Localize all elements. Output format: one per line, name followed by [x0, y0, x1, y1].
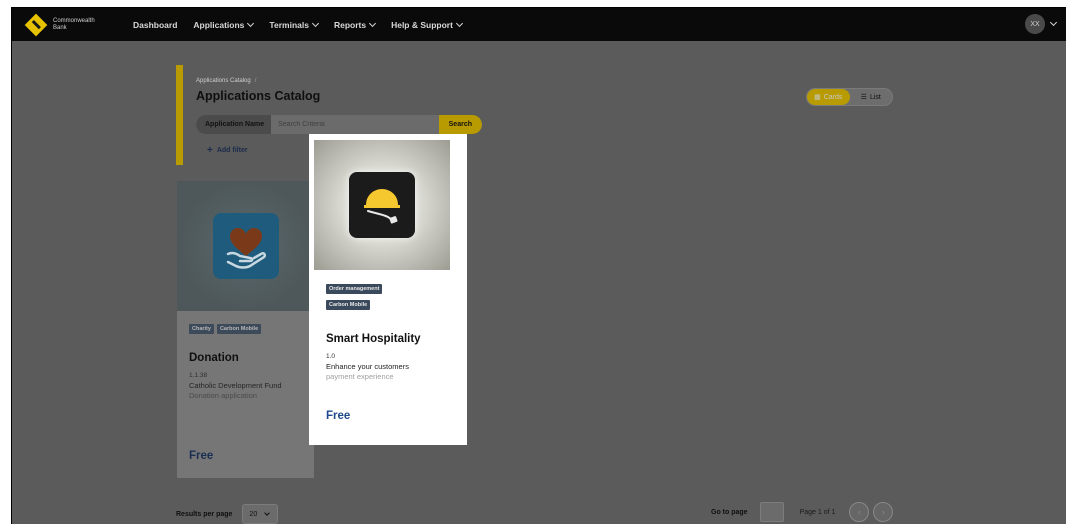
- chevron-down-icon: [455, 19, 463, 27]
- pagination: Go to page Page 1 of 1 ‹ ›: [711, 502, 897, 522]
- nav-help-support-label: Help & Support: [391, 19, 453, 30]
- view-cards-label: Cards: [823, 93, 843, 101]
- app-card-image: [314, 140, 450, 270]
- brand-logo[interactable]: Commonwealth Bank: [24, 13, 105, 36]
- app-card-tags: Charity Carbon Mobile: [177, 311, 314, 334]
- nav-terminals[interactable]: Terminals: [269, 19, 319, 30]
- heart-in-hand-icon: [212, 213, 279, 279]
- nav-dashboard[interactable]: Dashboard: [133, 20, 177, 30]
- list-icon: ☰: [860, 94, 867, 101]
- user-menu[interactable]: XX: [1025, 14, 1058, 34]
- nav-dashboard-label: Dashboard: [133, 19, 178, 30]
- app-card-version: 1.1.38: [189, 372, 208, 379]
- view-list-button[interactable]: ☰ List: [850, 89, 893, 105]
- page-title: Applications Catalog: [196, 89, 321, 103]
- app-card-tags: Order management Carbon Mobile: [314, 270, 450, 310]
- results-per-page: Results per page 20: [176, 504, 279, 524]
- view-toggle: ▦ Cards ☰ List: [806, 88, 893, 106]
- search-field-selector[interactable]: Application Name: [196, 115, 272, 134]
- results-per-page-label: Results per page: [176, 510, 233, 518]
- nav-applications-label: Applications: [193, 19, 245, 30]
- app-card-price: Free: [326, 410, 351, 422]
- nav-reports-label: Reports: [333, 19, 367, 30]
- top-nav-bar: Commonwealth Bank Dashboard Applications…: [12, 8, 1066, 41]
- go-to-page-input[interactable]: [759, 502, 784, 522]
- view-cards-button[interactable]: ▦ Cards: [807, 89, 850, 105]
- brand-diamond-icon: [24, 13, 48, 36]
- results-per-page-value: 20: [249, 510, 258, 518]
- app-card-title: Donation: [189, 352, 239, 364]
- chevron-left-icon: ‹: [857, 507, 861, 517]
- app-card-smart-hospitality[interactable]: Order management Carbon Mobile Smart Hos…: [314, 140, 450, 438]
- app-window: Commonwealth Bank Dashboard Applications…: [11, 7, 1066, 524]
- avatar: XX: [1025, 14, 1045, 34]
- chevron-down-icon: [247, 19, 255, 27]
- page-content: Applications Catalog / Applications Catal…: [12, 41, 1066, 524]
- app-card-description-more: payment experience: [326, 372, 394, 381]
- tag: Carbon Mobile: [216, 324, 262, 334]
- search-button[interactable]: Search: [438, 115, 482, 134]
- app-card-description: Catholic Development Fund: [189, 381, 282, 390]
- app-card-description-more: Donation application: [189, 391, 257, 400]
- brand-name-line2: Bank: [53, 24, 67, 31]
- highlight-frame: Order management Carbon Mobile Smart Hos…: [309, 134, 467, 445]
- page-info: Page 1 of 1: [799, 508, 836, 516]
- grid-icon: ▦: [814, 94, 821, 101]
- nav-terminals-label: Terminals: [269, 19, 309, 30]
- brand-name: Commonwealth Bank: [53, 18, 105, 32]
- next-page-button[interactable]: ›: [873, 502, 894, 522]
- app-card-description: Enhance your customers: [326, 362, 409, 371]
- nav-help-support[interactable]: Help & Support: [391, 19, 463, 30]
- nav-applications[interactable]: Applications: [193, 19, 255, 30]
- app-card-title: Smart Hospitality: [326, 333, 421, 345]
- app-card-price: Free: [189, 450, 214, 462]
- chevron-right-icon: ›: [881, 507, 885, 517]
- tag: Order management: [326, 284, 383, 294]
- breadcrumb: Applications Catalog /: [196, 78, 486, 84]
- nav-reports[interactable]: Reports: [333, 19, 377, 30]
- add-filter-label: Add filter: [216, 147, 248, 154]
- tag: Carbon Mobile: [326, 300, 371, 310]
- brand-name-line1: Commonwealth: [53, 17, 95, 24]
- chevron-down-icon: [264, 509, 271, 516]
- cloche-service-icon: [349, 172, 415, 238]
- search-input[interactable]: [271, 115, 439, 134]
- breadcrumb-separator: /: [254, 78, 257, 84]
- breadcrumb-current[interactable]: Applications Catalog: [196, 78, 251, 84]
- search-bar: Application Name Search: [196, 115, 482, 134]
- app-card-version: 1.0: [326, 353, 336, 360]
- view-list-label: List: [869, 93, 881, 101]
- chevron-down-icon: [369, 19, 377, 27]
- plus-icon: +: [207, 145, 213, 156]
- app-card-image: [177, 181, 314, 311]
- go-to-page-label: Go to page: [711, 508, 748, 516]
- chevron-down-icon: [1049, 18, 1058, 27]
- tag: Charity: [189, 324, 214, 334]
- prev-page-button[interactable]: ‹: [849, 502, 870, 522]
- app-card-donation[interactable]: Charity Carbon Mobile Donation 1.1.38 Ca…: [177, 181, 314, 478]
- chevron-down-icon: [311, 19, 319, 27]
- main-nav: Dashboard Applications Terminals Reports…: [133, 19, 478, 30]
- results-per-page-select[interactable]: 20: [242, 504, 279, 524]
